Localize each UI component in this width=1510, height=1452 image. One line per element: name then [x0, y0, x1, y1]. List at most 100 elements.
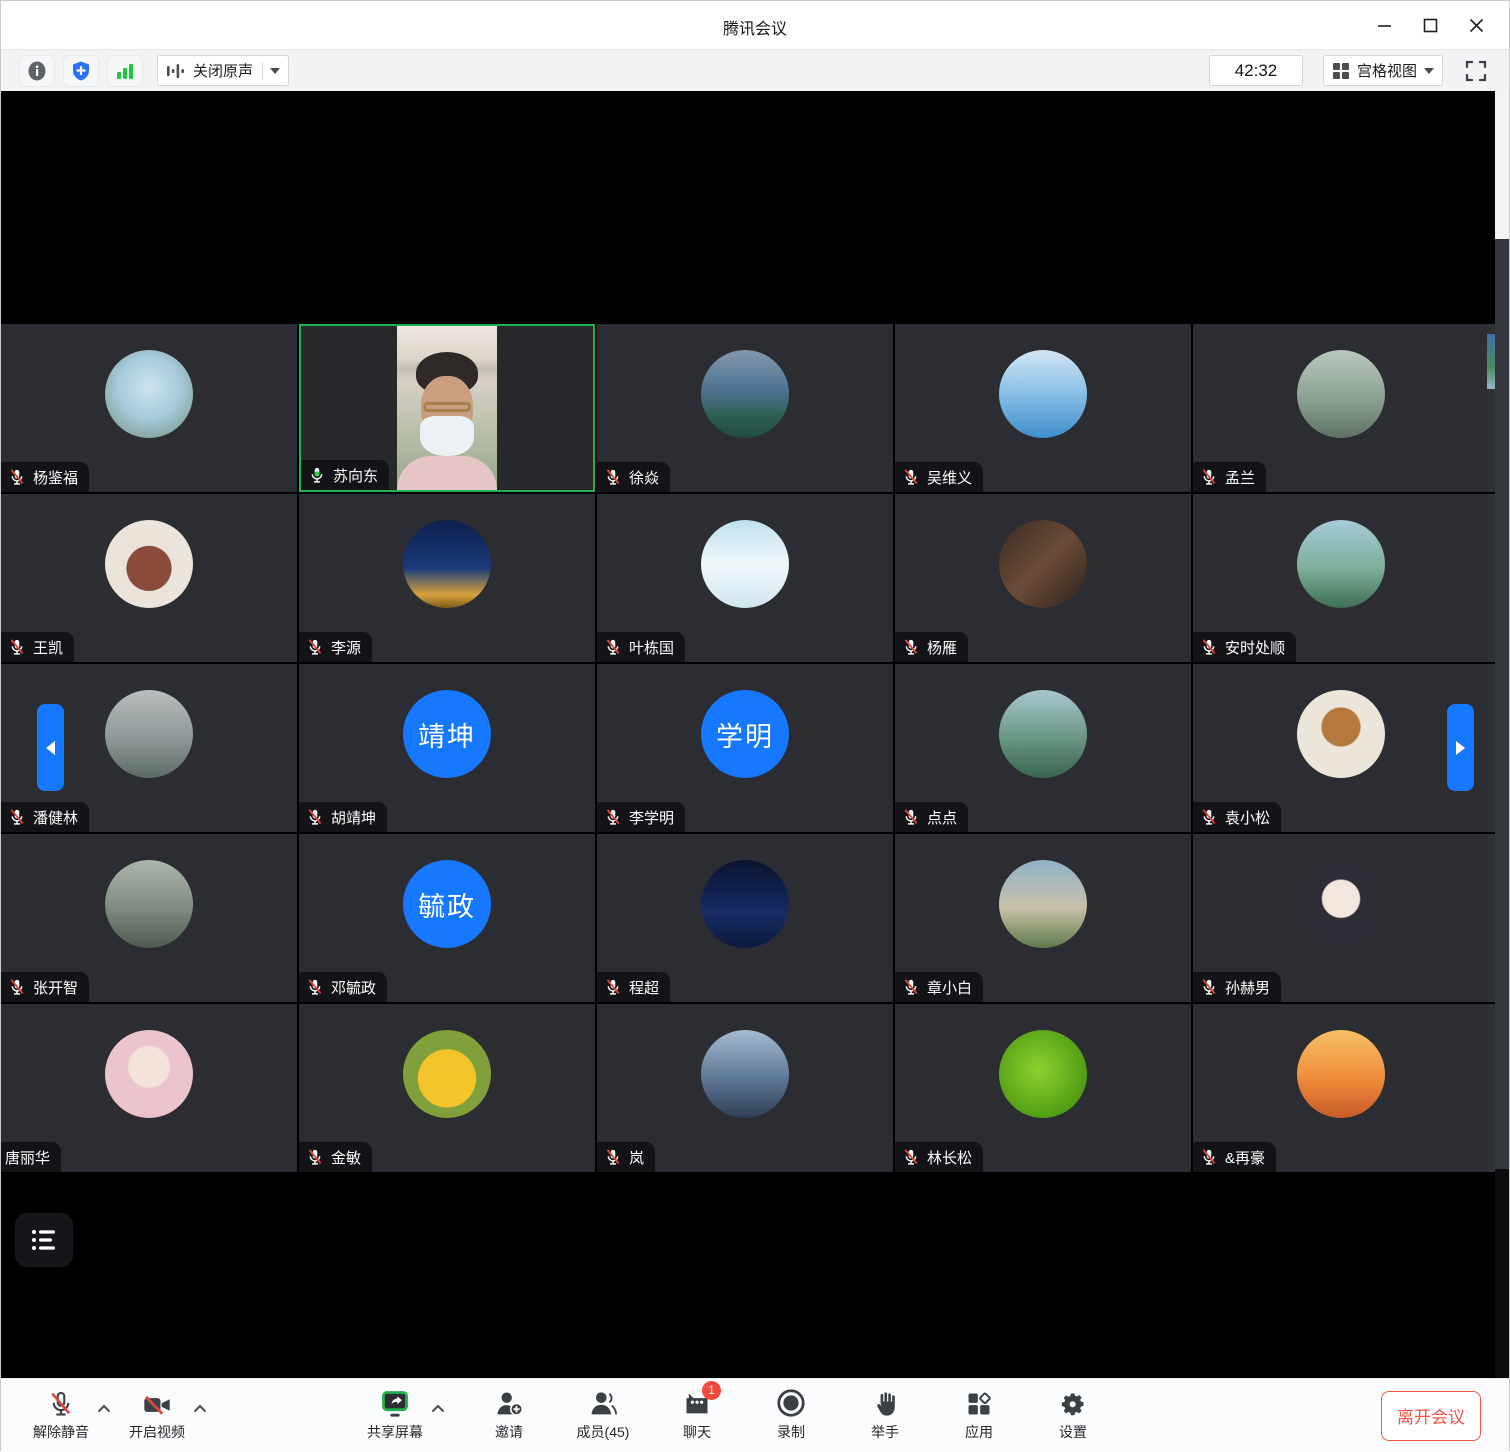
leave-meeting-button[interactable]: 离开会议 — [1381, 1391, 1481, 1441]
settings-label: 设置 — [1059, 1422, 1087, 1442]
chevron-up-icon[interactable] — [193, 1404, 207, 1413]
name-tag: 金敏 — [299, 1142, 372, 1172]
next-page-button[interactable] — [1447, 704, 1474, 791]
chevron-down-icon[interactable] — [1424, 68, 1434, 74]
close-button[interactable] — [1453, 5, 1499, 45]
name-tag: 孙赫男 — [1193, 972, 1281, 1002]
participant-tile[interactable]: 徐焱 — [597, 324, 893, 492]
start-video-button[interactable]: 开启视频 — [127, 1390, 187, 1442]
participant-tile[interactable]: &再豪 — [1193, 1004, 1489, 1172]
share-screen-button[interactable]: 共享屏幕 — [365, 1390, 425, 1442]
participant-tile[interactable]: 安时处顺 — [1193, 494, 1489, 662]
participant-tile[interactable]: 林长松 — [895, 1004, 1191, 1172]
name-tag: 潘健林 — [1, 802, 89, 832]
mic-muted-icon — [604, 978, 622, 996]
participant-tile[interactable]: 程超 — [597, 834, 893, 1002]
participant-tile[interactable]: 杨鉴福 — [1, 324, 297, 492]
participant-tile[interactable]: 岚 — [597, 1004, 893, 1172]
participant-name: &再豪 — [1225, 1147, 1265, 1168]
fullscreen-icon — [1464, 59, 1488, 83]
record-button[interactable]: 录制 — [761, 1390, 821, 1442]
participant-name: 袁小松 — [1225, 807, 1270, 828]
chevron-down-icon[interactable] — [270, 68, 280, 74]
participant-tile[interactable]: 学明 — [597, 664, 893, 832]
participant-tile[interactable]: 苏向东 — [299, 324, 595, 492]
avatar — [105, 690, 193, 778]
participant-name: 叶栋国 — [629, 637, 674, 658]
minimize-button[interactable] — [1361, 5, 1407, 45]
participant-name: 安时处顺 — [1225, 637, 1285, 658]
participant-tile[interactable]: 吴维义 — [895, 324, 1191, 492]
chat-button[interactable]: 1 聊天 — [667, 1390, 727, 1442]
chevron-up-icon[interactable] — [431, 1404, 445, 1413]
video-feed — [397, 326, 497, 490]
gear-icon — [1059, 1390, 1087, 1418]
participant-tile[interactable]: 叶栋国 — [597, 494, 893, 662]
participant-tile[interactable]: 金敏 — [299, 1004, 595, 1172]
chat-badge: 1 — [702, 1381, 721, 1400]
grid-view-icon — [1332, 62, 1350, 80]
titlebar: 腾讯会议 — [1, 1, 1509, 49]
security-button[interactable] — [63, 55, 99, 87]
avatar — [105, 520, 193, 608]
participant-tile[interactable]: 袁小松 — [1193, 664, 1489, 832]
unmute-button[interactable]: 解除静音 — [31, 1390, 91, 1442]
members-button[interactable]: 成员(45) — [573, 1390, 633, 1442]
participant-tile[interactable]: 孙赫男 — [1193, 834, 1489, 1002]
start-video-label: 开启视频 — [129, 1422, 185, 1442]
unmute-label: 解除静音 — [33, 1422, 89, 1442]
settings-button[interactable]: 设置 — [1043, 1390, 1103, 1442]
participant-tile[interactable]: 杨雁 — [895, 494, 1191, 662]
chevron-up-icon[interactable] — [97, 1404, 111, 1413]
raise-hand-label: 举手 — [871, 1422, 899, 1442]
participant-name: 吴维义 — [927, 467, 972, 488]
participant-name: 杨雁 — [927, 637, 957, 658]
participant-tile[interactable]: 靖坤 — [299, 664, 595, 832]
participant-tile[interactable]: 毓政 — [299, 834, 595, 1002]
avatar — [999, 860, 1087, 948]
name-tag: 程超 — [597, 972, 670, 1002]
mic-muted-icon — [306, 808, 324, 826]
participant-tile[interactable]: 张开智 — [1, 834, 297, 1002]
participant-name: 孟兰 — [1225, 467, 1255, 488]
avatar — [1297, 690, 1385, 778]
avatar — [403, 1030, 491, 1118]
next-page-tiles-sliver — [1487, 324, 1495, 1172]
mic-muted-icon — [1200, 468, 1218, 486]
chevron-right-icon — [1456, 741, 1465, 755]
apps-button[interactable]: 应用 — [949, 1390, 1009, 1442]
invite-button[interactable]: 邀请 — [479, 1390, 539, 1442]
mic-muted-icon — [1200, 638, 1218, 656]
meeting-info-button[interactable] — [19, 55, 55, 87]
participant-tile[interactable]: 点点 — [895, 664, 1191, 832]
scrollbar-thumb[interactable] — [1495, 239, 1509, 1169]
avatar — [999, 520, 1087, 608]
avatar: 靖坤 — [403, 690, 491, 778]
origin-sound-label: 关闭原声 — [193, 60, 253, 81]
origin-sound-button[interactable]: 关闭原声 — [157, 55, 289, 86]
scrollbar[interactable] — [1495, 91, 1509, 1378]
participant-name: 金敏 — [331, 1147, 361, 1168]
participant-tile[interactable]: 李源 — [299, 494, 595, 662]
mic-muted-icon — [306, 1148, 324, 1166]
name-tag: 安时处顺 — [1193, 632, 1296, 662]
maximize-button[interactable] — [1407, 5, 1453, 45]
participant-tile[interactable]: 唐丽华 — [1, 1004, 297, 1172]
sound-wave-icon — [166, 61, 186, 81]
participant-tile[interactable]: 孟兰 — [1193, 324, 1489, 492]
participant-list-toggle[interactable] — [15, 1213, 73, 1267]
name-tag: 吴维义 — [895, 462, 983, 492]
view-switch-button[interactable]: 宫格视图 — [1323, 55, 1443, 86]
name-tag: 岚 — [597, 1142, 655, 1172]
participant-name: 张开智 — [33, 977, 78, 998]
participant-tile[interactable]: 章小白 — [895, 834, 1191, 1002]
fullscreen-button[interactable] — [1459, 55, 1493, 87]
prev-page-button[interactable] — [37, 704, 64, 791]
participant-name: 潘健林 — [33, 807, 78, 828]
name-tag: 章小白 — [895, 972, 983, 1002]
avatar — [105, 860, 193, 948]
participant-tile[interactable]: 王凯 — [1, 494, 297, 662]
network-button[interactable] — [107, 55, 143, 87]
raise-hand-button[interactable]: 举手 — [855, 1390, 915, 1442]
name-tag: 胡靖坤 — [299, 802, 387, 832]
